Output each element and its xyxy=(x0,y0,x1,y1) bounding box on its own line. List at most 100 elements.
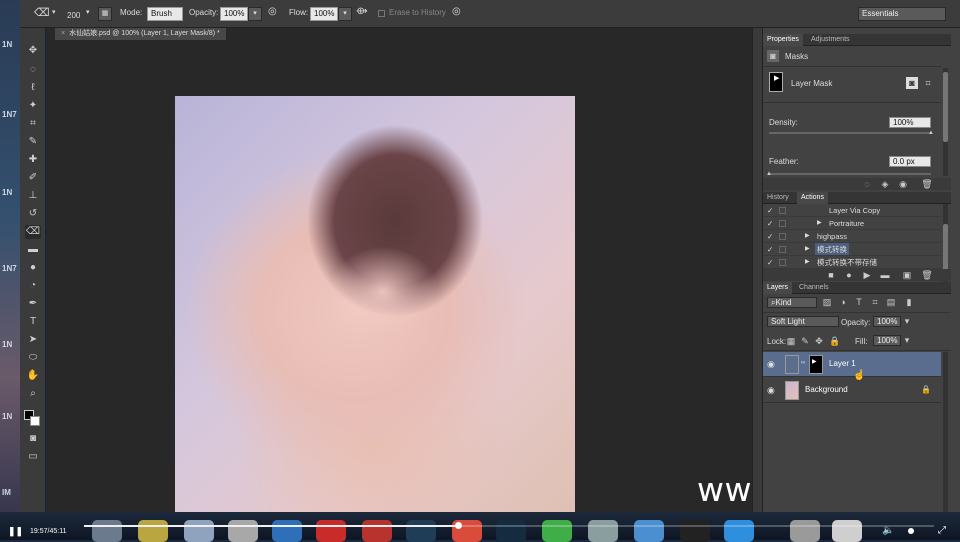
tab-properties[interactable]: Properties xyxy=(763,34,803,46)
brush-panel-icon[interactable]: ▦ xyxy=(98,7,112,21)
feather-input[interactable]: 0.0 px xyxy=(889,156,931,167)
tool-preset-dropdown-icon[interactable]: ▾ xyxy=(52,8,56,16)
erase-to-history-checkbox[interactable] xyxy=(378,10,385,17)
progress-handle[interactable] xyxy=(455,522,462,529)
pressure-size-icon[interactable]: ◎ xyxy=(452,6,461,17)
dock-app-icon[interactable] xyxy=(496,520,526,542)
layer-name[interactable]: Background xyxy=(805,385,848,394)
layer-filter-select[interactable]: ⌕Kind xyxy=(767,297,817,308)
dialog-toggle-box[interactable] xyxy=(779,207,786,214)
dock-app-icon[interactable] xyxy=(272,520,302,542)
dock-app-icon[interactable] xyxy=(790,520,820,542)
history-brush-icon[interactable]: ↺ xyxy=(25,207,41,221)
fill-input[interactable]: 100% xyxy=(873,335,901,346)
close-icon[interactable]: × xyxy=(61,30,65,37)
tab-history[interactable]: History xyxy=(763,192,793,204)
checkmark-icon[interactable]: ✓ xyxy=(767,256,773,269)
action-item[interactable]: ✓ ▶ highpass xyxy=(763,230,941,243)
brush-picker-dropdown-icon[interactable]: ▾ xyxy=(86,8,90,16)
layer-row-layer-1[interactable]: ◉ ∞ ▶ Layer 1 ☝ xyxy=(763,352,941,381)
progress-track[interactable] xyxy=(84,522,934,529)
dock-app-icon[interactable] xyxy=(316,520,346,542)
feather-slider-handle[interactable]: ▲ xyxy=(766,171,772,177)
delete-action-icon[interactable]: 🗑 xyxy=(921,269,933,281)
density-slider-handle[interactable]: ▲ xyxy=(928,130,934,136)
checkmark-icon[interactable]: ✓ xyxy=(767,230,773,243)
record-icon[interactable]: ● xyxy=(843,269,855,281)
new-action-icon[interactable]: ▣ xyxy=(901,269,913,281)
filter-shape-icon[interactable]: ⌗ xyxy=(869,296,881,308)
action-item[interactable]: ✓ ▶ 模式转换不带存储 xyxy=(763,256,941,269)
opacity-input[interactable]: 100% xyxy=(220,7,248,21)
dialog-toggle-box[interactable] xyxy=(779,220,786,227)
delete-mask-icon[interactable]: 🗑 xyxy=(921,178,933,190)
filter-adjustment-icon[interactable]: ◑ xyxy=(837,296,849,308)
action-item[interactable]: ✓ ▶ Portraiture xyxy=(763,217,941,230)
checkmark-icon[interactable]: ✓ xyxy=(767,204,773,217)
density-input[interactable]: 100% xyxy=(889,117,931,128)
apply-mask-icon[interactable]: ◈ xyxy=(879,178,891,190)
dialog-toggle-box[interactable] xyxy=(779,233,786,240)
lasso-tool-icon[interactable]: ℓ xyxy=(25,81,41,95)
healing-brush-icon[interactable]: ✚ xyxy=(25,153,41,167)
marquee-tool-icon[interactable]: ◌ xyxy=(25,63,41,77)
opacity-dropdown-icon[interactable]: ▾ xyxy=(248,7,262,21)
dock-app-icon[interactable] xyxy=(92,520,122,542)
filter-pixel-icon[interactable]: ▨ xyxy=(821,296,833,308)
layer-opacity-input[interactable]: 100% xyxy=(873,316,901,327)
eraser-tool-icon[interactable]: ⌫ xyxy=(34,6,50,19)
action-item[interactable]: ✓ ▶ 模式转换 xyxy=(763,243,941,256)
visibility-eye-icon[interactable]: ◉ xyxy=(767,385,775,396)
dock-app-icon[interactable] xyxy=(588,520,618,542)
stop-icon[interactable]: ■ xyxy=(825,269,837,281)
checkmark-icon[interactable]: ✓ xyxy=(767,217,773,230)
zoom-tool-icon[interactable]: ⌕ xyxy=(25,387,41,401)
checkmark-icon[interactable]: ✓ xyxy=(767,243,773,256)
dock-app-icon[interactable] xyxy=(184,520,214,542)
move-tool-icon[interactable]: ✥ xyxy=(25,44,41,58)
dock-app-icon[interactable] xyxy=(724,520,754,542)
type-tool-icon[interactable]: T xyxy=(25,315,41,329)
dock-app-icon[interactable] xyxy=(138,520,168,542)
tab-adjustments[interactable]: Adjustments xyxy=(807,34,854,46)
tab-channels[interactable]: Channels xyxy=(795,282,833,294)
fill-dropdown-icon[interactable]: ▾ xyxy=(901,334,913,346)
airbrush-icon[interactable]: ⟴ xyxy=(356,6,368,17)
pause-icon[interactable]: ❚❚ xyxy=(8,526,23,537)
layer-name[interactable]: Layer 1 xyxy=(829,359,856,368)
layer-mask-thumbnail[interactable]: ▶ xyxy=(809,355,823,374)
action-item[interactable]: ✓ Layer Via Copy xyxy=(763,204,941,217)
dodge-tool-icon[interactable]: ◔ xyxy=(25,279,41,293)
tab-actions[interactable]: Actions xyxy=(797,192,828,204)
layers-scrollbar[interactable] xyxy=(943,352,948,512)
dock-app-icon[interactable] xyxy=(228,520,258,542)
quick-selection-icon[interactable]: ✦ xyxy=(25,99,41,113)
dock-app-icon[interactable] xyxy=(362,520,392,542)
pixel-mask-icon[interactable]: ◙ xyxy=(906,77,918,89)
mode-select[interactable]: Brush xyxy=(147,7,183,21)
shape-tool-icon[interactable]: ⬭ xyxy=(25,351,41,365)
blend-mode-select[interactable]: Soft Light xyxy=(767,316,839,327)
properties-scrollbar[interactable] xyxy=(943,68,948,176)
background-color-swatch[interactable] xyxy=(30,416,40,426)
filter-smart-object-icon[interactable]: ▤ xyxy=(885,296,897,308)
expand-arrow-icon[interactable]: ▶ xyxy=(805,230,810,243)
feather-slider-track[interactable] xyxy=(769,173,931,175)
expand-arrow-icon[interactable]: ▶ xyxy=(805,256,810,269)
volume-icon[interactable]: 🔈 xyxy=(882,525,894,536)
dialog-toggle-box[interactable] xyxy=(779,246,786,253)
pen-tool-icon[interactable]: ✒ xyxy=(25,297,41,311)
visibility-eye-icon[interactable]: ◉ xyxy=(767,359,775,370)
filter-type-icon[interactable]: T xyxy=(853,296,865,308)
expand-arrow-icon[interactable]: ▶ xyxy=(805,243,810,256)
workspace-select[interactable]: Essentials xyxy=(858,7,946,21)
disable-mask-icon[interactable]: ◉ xyxy=(897,178,909,190)
canvas-photo[interactable] xyxy=(175,96,575,512)
clone-stamp-icon[interactable]: ⊥ xyxy=(25,189,41,203)
document-tab[interactable]: × 水仙姑娘.psd @ 100% (Layer 1, Layer Mask/8)… xyxy=(55,28,226,40)
hand-tool-icon[interactable]: ✋ xyxy=(25,369,41,383)
eraser-tool-icon[interactable]: ⌫ xyxy=(25,225,41,239)
layer-opacity-dropdown-icon[interactable]: ▾ xyxy=(901,315,913,327)
tab-layers[interactable]: Layers xyxy=(763,282,793,294)
vector-mask-icon[interactable]: ⌗ xyxy=(922,77,934,89)
